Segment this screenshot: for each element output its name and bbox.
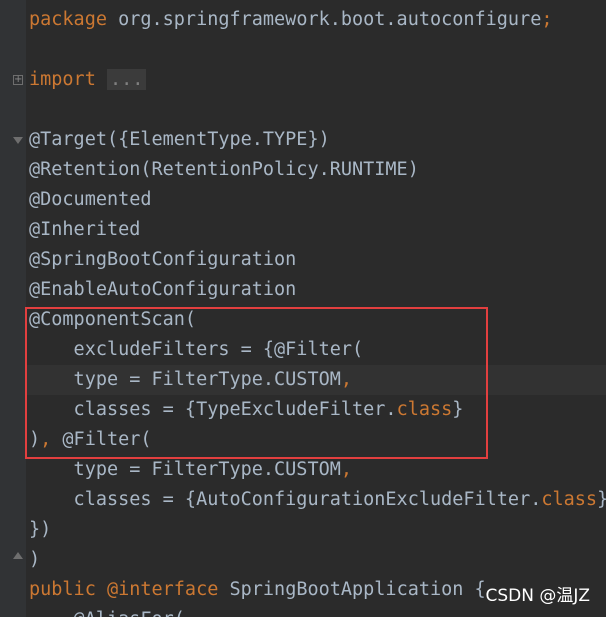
code-line-import[interactable]: import ... (29, 65, 147, 95)
code-line-type-2[interactable]: type = FilterType.CUSTOM, (29, 455, 352, 485)
code-line-declaration[interactable]: public @interface SpringBootApplication … (29, 575, 486, 605)
code-line-package[interactable]: package org.springframework.boot.autocon… (29, 5, 553, 35)
package-terminator: ; (541, 9, 553, 30)
class-name: SpringBootApplication (229, 579, 464, 600)
code-line-retention[interactable]: @Retention(RetentionPolicy.RUNTIME) (29, 155, 419, 185)
public-keyword: public (29, 579, 96, 600)
classes-2-prefix: classes = {AutoConfigurationExcludeFilte… (29, 489, 542, 510)
editor-gutter (0, 0, 26, 617)
package-name: org.springframework.boot.autoconfigure (118, 9, 542, 30)
code-line-documented[interactable]: @Documented (29, 185, 152, 215)
code-line-inherited[interactable]: @Inherited (29, 215, 140, 245)
code-line-spring-boot-configuration[interactable]: @SpringBootConfiguration (29, 245, 296, 275)
code-line-alias-for[interactable]: @AliasFor( (29, 605, 185, 617)
classes-2-keyword: class (541, 489, 598, 510)
expand-fold-icon[interactable]: + (13, 75, 23, 85)
package-keyword: package (29, 9, 107, 30)
code-line-classes-2[interactable]: classes = {AutoConfigurationExcludeFilte… (29, 485, 606, 515)
interface-keyword: @interface (106, 579, 219, 600)
fold-start-icon[interactable] (13, 137, 23, 144)
code-line-target[interactable]: @Target({ElementType.TYPE}) (29, 125, 330, 155)
type-2-comma: , (340, 459, 353, 480)
watermark: CSDN @温JZ (485, 586, 590, 606)
collapsed-imports[interactable]: ... (106, 69, 147, 90)
open-brace: { (474, 579, 486, 600)
fold-end-icon[interactable] (13, 552, 23, 559)
import-keyword: import (29, 69, 96, 90)
code-line-enable-auto-configuration[interactable]: @EnableAutoConfiguration (29, 275, 296, 305)
type-2-text: type = FilterType.CUSTOM (29, 459, 341, 480)
code-line-close-paren[interactable]: ) (29, 545, 40, 575)
code-editor[interactable]: + package org.springframework.boot.autoc… (0, 0, 606, 617)
code-line-close-braces[interactable]: }) (29, 515, 51, 545)
highlight-box (25, 307, 488, 459)
classes-2-suffix: } (597, 489, 606, 510)
